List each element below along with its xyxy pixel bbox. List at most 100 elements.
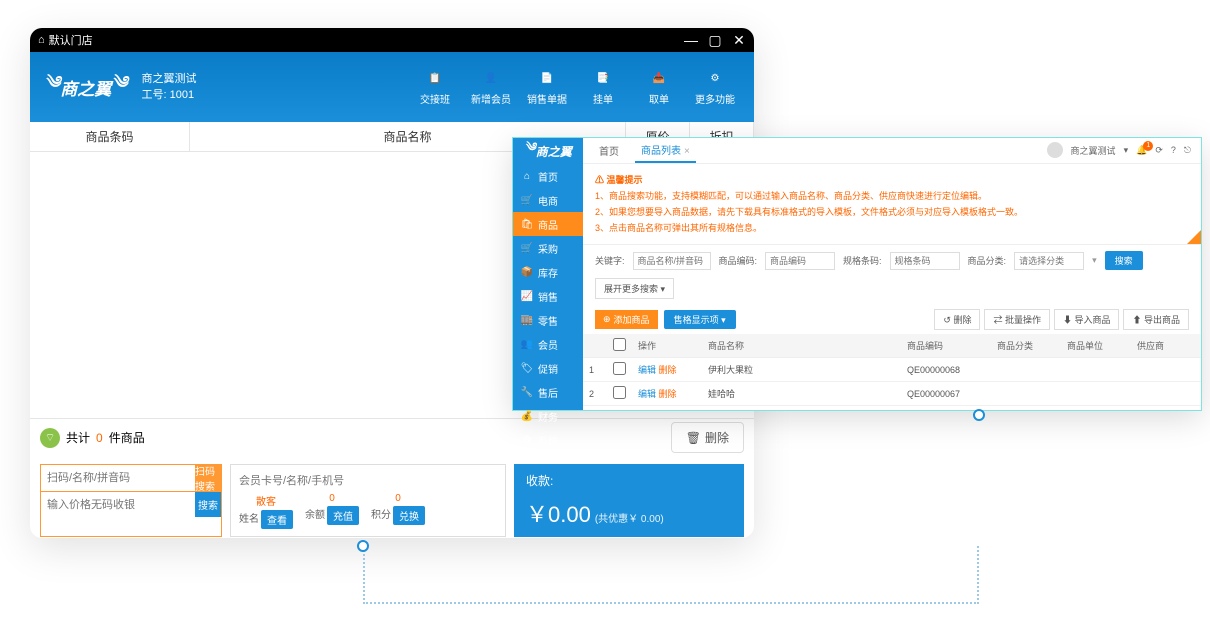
sidebar-item-商品[interactable]: 🛍商品 xyxy=(513,212,583,236)
chevron-down-icon[interactable]: ▾ xyxy=(1124,145,1129,156)
menu-icon: 💰 xyxy=(521,410,533,422)
product-code: QE00000067 xyxy=(901,382,991,406)
header-action-4[interactable]: 📥取单 xyxy=(634,69,684,106)
row-checkbox[interactable] xyxy=(613,362,626,375)
table-header: 商品名称 xyxy=(702,334,901,358)
bell-icon[interactable]: 🔔 xyxy=(1136,145,1147,156)
member-action-button[interactable]: 充值 xyxy=(327,506,359,525)
admin-topbar: 商之翼测试 ▾ 🔔 ⟳ ? ⎋ xyxy=(1047,142,1191,158)
header-action-0[interactable]: 📋交接班 xyxy=(410,69,460,106)
home-icon: ⌂ xyxy=(38,34,45,46)
add-product-button[interactable]: ⊕ 添加商品 xyxy=(595,310,658,329)
table-row: 2编辑 删除娃哈哈QE00000067 xyxy=(583,382,1201,406)
sidebar-item-销售[interactable]: 📈销售 xyxy=(513,284,583,308)
pay-title: 收款: xyxy=(526,472,732,489)
header-action-2[interactable]: 📄销售单据 xyxy=(522,69,572,106)
minimize-button[interactable]: — xyxy=(684,33,698,47)
header-action-1[interactable]: 👤新增会员 xyxy=(466,69,516,106)
sidebar-item-会员[interactable]: 👥会员 xyxy=(513,332,583,356)
search-button[interactable]: 搜索 xyxy=(1105,251,1143,270)
product-name: 娃哈哈 xyxy=(702,382,901,406)
sidebar-item-首页[interactable]: ⌂首页 xyxy=(513,164,583,188)
trash-icon: 🗑 xyxy=(686,431,701,445)
toolbar-button[interactable]: ⇄ 批量操作 xyxy=(984,309,1050,330)
item-count: 0 xyxy=(96,431,103,445)
edit-link[interactable]: 编辑 xyxy=(638,389,656,399)
member-item: 0余额充值 xyxy=(305,493,359,529)
help-icon[interactable]: ? xyxy=(1171,145,1176,155)
pos-header: ༄商之翼༄ 商之翼测试 工号: 1001 📋交接班👤新增会员📄销售单据📑挂单📥取… xyxy=(30,52,754,122)
action-row: ⊕ 添加商品 售格显示项 ▾ ↺ 删除⇄ 批量操作⬇ 导入商品⬆ 导出商品 xyxy=(583,305,1201,334)
product-code: QE00000068 xyxy=(901,358,991,382)
toolbar-button[interactable]: ⬇ 导入商品 xyxy=(1054,309,1120,330)
payment-box[interactable]: 收款: ￥0.00 (共优惠￥ 0.00) xyxy=(514,464,744,537)
sidebar-item-零售[interactable]: 🏬零售 xyxy=(513,308,583,332)
menu-icon: ⚙ xyxy=(521,434,533,446)
close-button[interactable]: ✕ xyxy=(732,33,746,47)
pay-amount: ￥0.00 xyxy=(526,497,591,529)
menu-icon: 👥 xyxy=(521,338,533,350)
avatar[interactable] xyxy=(1047,142,1063,158)
action-icon: 📑 xyxy=(593,69,613,89)
refresh-icon[interactable]: ⟳ xyxy=(1155,145,1163,156)
tips-panel: ⚠ 温馨提示 1、商品搜索功能，支持模糊匹配，可以通过输入商品名称、商品分类、供… xyxy=(583,164,1201,245)
price-input[interactable] xyxy=(41,492,195,517)
delete-link[interactable]: 删除 xyxy=(659,389,677,399)
member-item: 散客姓名查看 xyxy=(239,493,293,529)
scan-box: 扫码搜索 搜索 xyxy=(40,464,222,537)
collapse-corner-icon[interactable] xyxy=(1187,230,1201,244)
logout-icon[interactable]: ⎋ xyxy=(1184,145,1191,156)
table-header: 供应商 xyxy=(1131,334,1201,358)
header-action-5[interactable]: ⚙更多功能 xyxy=(690,69,740,106)
sidebar-item-库存[interactable]: 📦库存 xyxy=(513,260,583,284)
code-input[interactable] xyxy=(765,252,835,270)
col-barcode: 商品条码 xyxy=(30,122,190,151)
tab-0[interactable]: 首页 xyxy=(593,139,625,162)
sidebar-item-采购[interactable]: 🛒采购 xyxy=(513,236,583,260)
sidebar-item-财务[interactable]: 💰财务 xyxy=(513,404,583,428)
category-select[interactable] xyxy=(1014,252,1084,270)
sidebar: ༄商之翼 ⌂首页🛒电商🛍商品🛒采购📦库存📈销售🏬零售👥会员🏷促销🔧售后💰财务⚙系… xyxy=(513,138,583,410)
select-all-checkbox[interactable] xyxy=(613,338,626,351)
member-action-button[interactable]: 查看 xyxy=(261,510,293,529)
window-title: 默认门店 xyxy=(49,32,93,48)
scan-search-button[interactable]: 扫码搜索 xyxy=(195,465,221,491)
sidebar-item-售后[interactable]: 🔧售后 xyxy=(513,380,583,404)
table-header xyxy=(583,334,607,358)
menu-icon: 🛒 xyxy=(521,242,533,254)
header-action-3[interactable]: 📑挂单 xyxy=(578,69,628,106)
edit-link[interactable]: 编辑 xyxy=(638,365,656,375)
admin-logo: ༄商之翼 xyxy=(513,138,583,164)
menu-icon: 📦 xyxy=(521,266,533,278)
sidebar-item-电商[interactable]: 🛒电商 xyxy=(513,188,583,212)
maximize-button[interactable]: ▢ xyxy=(708,33,722,47)
menu-icon: 🔧 xyxy=(521,386,533,398)
member-action-button[interactable]: 兑换 xyxy=(393,506,425,525)
toolbar-button[interactable]: ↺ 删除 xyxy=(934,309,980,330)
menu-icon: 🏷 xyxy=(521,362,533,374)
spec-input[interactable] xyxy=(890,252,960,270)
chevron-down-icon[interactable]: ▾ xyxy=(1092,255,1097,266)
tab-1[interactable]: 商品列表× xyxy=(635,138,696,163)
menu-icon: ⌂ xyxy=(521,170,533,182)
product-name: 伊利大果粒 xyxy=(702,358,901,382)
expand-search-button[interactable]: 展开更多搜索 ▾ xyxy=(595,278,674,299)
sidebar-item-促销[interactable]: 🏷促销 xyxy=(513,356,583,380)
user-name[interactable]: 商之翼测试 xyxy=(1071,144,1116,157)
brand-logo: ༄商之翼༄ xyxy=(44,63,128,111)
row-checkbox[interactable] xyxy=(613,386,626,399)
delete-link[interactable]: 删除 xyxy=(659,365,677,375)
scan-input[interactable] xyxy=(41,465,195,491)
staff-id: 工号: 1001 xyxy=(142,87,197,103)
connector-dot xyxy=(357,540,369,552)
toolbar-button[interactable]: ⬆ 导出商品 xyxy=(1123,309,1189,330)
close-tab-icon[interactable]: × xyxy=(684,146,690,157)
price-display-button[interactable]: 售格显示项 ▾ xyxy=(664,310,736,329)
keyword-input[interactable] xyxy=(633,252,711,270)
delete-button[interactable]: 🗑 删除 xyxy=(671,422,744,453)
member-input[interactable] xyxy=(239,475,497,487)
tip-line: 1、商品搜索功能，支持模糊匹配，可以通过输入商品名称、商品分类、供应商快速进行定… xyxy=(595,188,1189,204)
titlebar: ⌂ 默认门店 — ▢ ✕ xyxy=(30,28,754,52)
sidebar-item-系统[interactable]: ⚙系统 xyxy=(513,428,583,452)
search-button[interactable]: 搜索 xyxy=(195,492,221,517)
